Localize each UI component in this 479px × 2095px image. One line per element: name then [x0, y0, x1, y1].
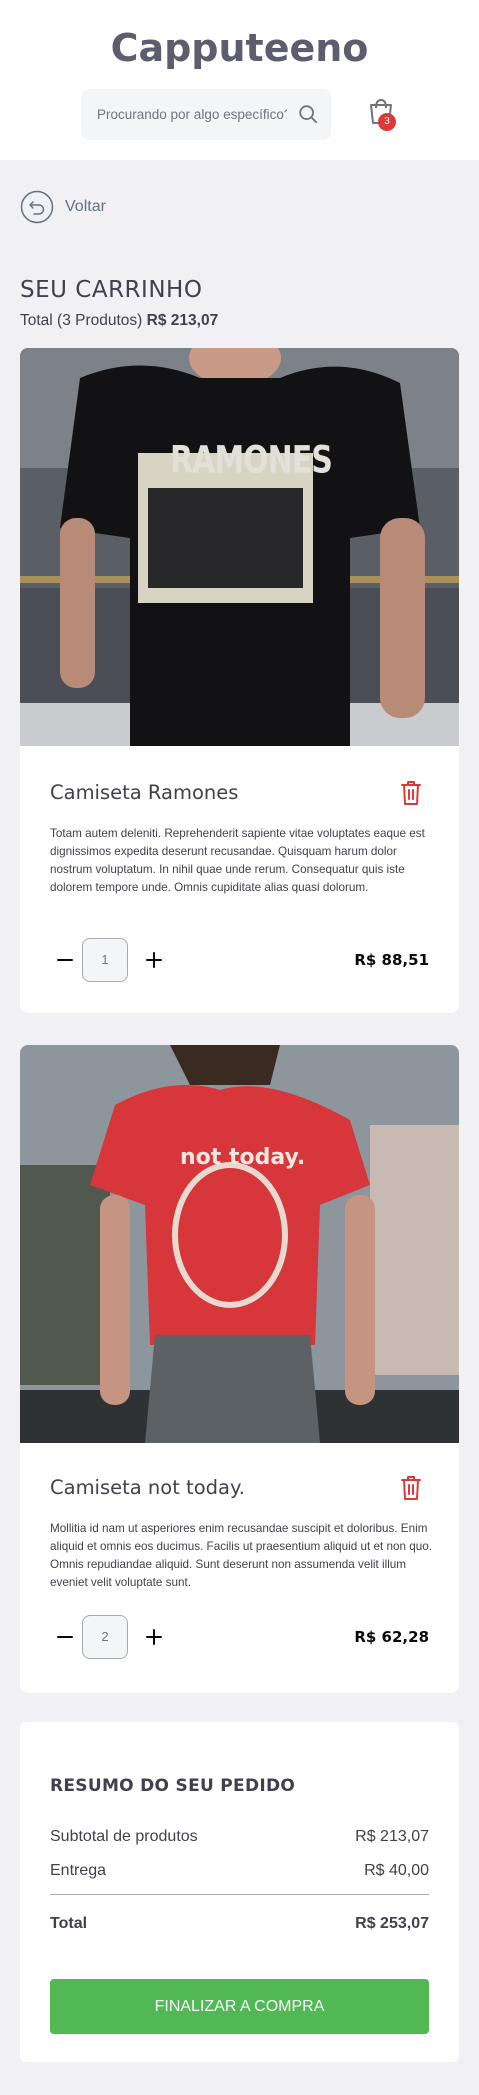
- site-header: Capputeeno 3: [0, 0, 479, 160]
- logo[interactable]: Capputeeno: [0, 26, 479, 70]
- page-title: SEU CARRINHO: [20, 277, 203, 303]
- minus-icon[interactable]: [55, 1627, 75, 1647]
- total-value: R$ 253,07: [355, 1915, 429, 1932]
- back-label: Voltar: [65, 198, 106, 215]
- cart-item: not today. Camiseta not today. Mollitia …: [20, 1045, 459, 1693]
- back-button[interactable]: Voltar: [20, 189, 106, 225]
- cart-count-badge: 3: [378, 113, 396, 131]
- ramones-tshirt-photo: [20, 348, 459, 746]
- back-arrow-icon: [20, 190, 54, 224]
- product-price: R$ 62,28: [354, 1628, 429, 1646]
- cart-total-value: R$ 213,07: [146, 312, 219, 329]
- product-name: Camiseta Ramones: [50, 781, 239, 804]
- plus-icon[interactable]: [144, 1627, 164, 1647]
- plus-icon[interactable]: [144, 950, 164, 970]
- not-today-tshirt-photo: [20, 1045, 459, 1443]
- subtotal-row: Subtotal de produtos R$ 213,07: [50, 1828, 429, 1846]
- shipping-row: Entrega R$ 40,00: [50, 1862, 429, 1880]
- order-summary: RESUMO DO SEU PEDIDO Subtotal de produto…: [20, 1722, 459, 2062]
- cart-total-line: Total (3 Produtos) R$ 213,07: [20, 312, 218, 330]
- summary-title: RESUMO DO SEU PEDIDO: [50, 1776, 296, 1796]
- subtotal-value: R$ 213,07: [355, 1828, 429, 1845]
- subtotal-label: Subtotal de produtos: [50, 1828, 198, 1845]
- minus-icon[interactable]: [55, 950, 75, 970]
- product-name: Camiseta not today.: [50, 1476, 245, 1499]
- cart-total-prefix: Total (3 Produtos): [20, 312, 143, 329]
- search-input[interactable]: [81, 89, 331, 140]
- product-description: Totam autem deleniti. Reprehenderit sapi…: [50, 827, 425, 894]
- tshirt-print-text: RAMONES: [170, 438, 333, 483]
- total-label: Total: [50, 1915, 88, 1932]
- cart-item: RAMONES Camiseta Ramones Totam autem del…: [20, 348, 459, 1013]
- summary-divider: [50, 1894, 429, 1895]
- quantity-field[interactable]: 1: [82, 938, 128, 982]
- trash-icon[interactable]: [400, 1475, 422, 1501]
- total-row: Total R$ 253,07: [50, 1915, 429, 1933]
- shipping-label: Entrega: [50, 1862, 107, 1879]
- trash-icon[interactable]: [400, 780, 422, 806]
- quantity-field[interactable]: 2: [82, 1615, 128, 1659]
- tshirt-print-text: not today.: [180, 1145, 306, 1170]
- product-price: R$ 88,51: [354, 951, 429, 969]
- shipping-value: R$ 40,00: [364, 1862, 429, 1879]
- search-bar[interactable]: [81, 89, 331, 140]
- search-icon[interactable]: [297, 103, 319, 125]
- checkout-button[interactable]: FINALIZAR A COMPRA: [50, 1979, 429, 2034]
- product-description: Mollitia id nam ut asperiores enim recus…: [50, 1522, 433, 1589]
